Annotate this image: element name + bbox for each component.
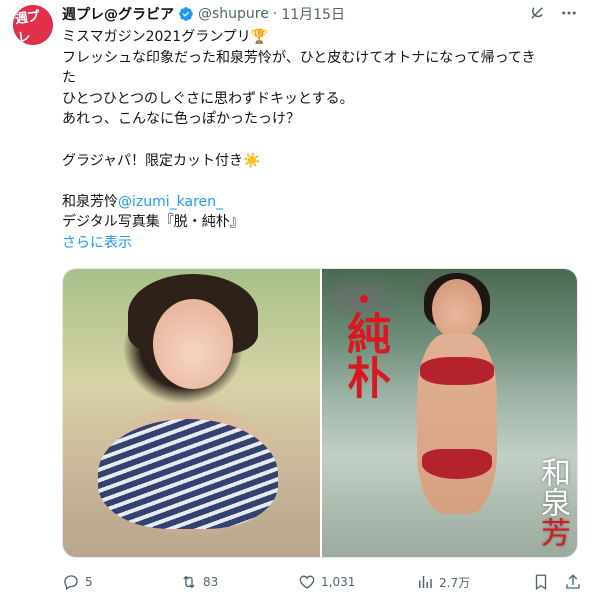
header-actions [528,4,578,22]
handle[interactable]: @shupure [198,6,269,22]
avatar[interactable]: 週プレ [13,5,53,45]
like-count: 1,031 [321,575,356,589]
more-icon[interactable] [560,4,578,22]
verified-badge-icon [179,7,193,21]
cover-name-bottom: 芳 [535,517,570,547]
tweet-line: グラジャパ！限定カット付き☀️ [62,152,261,169]
photo-face [153,299,233,389]
bookmark-icon[interactable] [532,573,550,591]
retweet-count: 83 [203,575,219,589]
photo-red-top [420,357,494,385]
retweet-button[interactable]: 83 [180,573,298,591]
tweet-line [62,171,582,192]
cover-name: 和泉芳 [535,457,570,547]
tweet-date[interactable]: 11月15日 [281,4,345,24]
author-line: 和泉芳怜@izumi_karen_ [62,192,582,213]
share-icon[interactable] [564,573,582,591]
cover-name-top: 和泉 [535,457,570,517]
title-dot [360,295,368,303]
reply-button[interactable]: 5 [62,573,180,591]
tweet-line: た [62,70,76,87]
tweet-line: あれっ、こんなに色っぽかったっけ？ [62,111,300,128]
mention-link[interactable]: @izumi_karen_ [118,194,223,210]
reply-icon [64,575,78,590]
views-count: 2.7万 [439,575,471,590]
tweet-text: ミスマガジン2021グランプリ🏆 フレッシュな印象だった和泉芳怜が、ひと皮むけて… [62,27,582,254]
media-grid: 純朴 和泉芳 [62,268,578,558]
tweet-line: フレッシュな印象だった和泉芳怜が、ひと皮むけてオトナになって帰ってき [62,49,536,66]
grok-icon[interactable] [528,4,546,22]
cover-title: 純朴 [339,311,390,399]
avatar-logo: 週プレ [13,5,53,45]
views-icon [419,576,432,588]
tweet-line: ミスマガジン2021グランプリ🏆 [62,29,269,45]
author-prefix: 和泉芳怜 [62,193,118,210]
separator-dot: · [272,6,278,22]
tweet-actions: 5 83 1,031 2.7万 [62,568,582,596]
photo-left[interactable] [63,269,320,557]
photo-red-bottom [422,449,492,479]
photo-right[interactable]: 純朴 和泉芳 [322,269,577,557]
show-more-link[interactable]: さらに表示 [62,235,132,251]
photo-face [432,279,482,339]
views-button[interactable]: 2.7万 [416,573,522,591]
tweet-line [62,130,582,151]
reply-count: 5 [85,575,93,589]
like-icon [299,575,315,589]
tweet-line: ひとつひとつのしぐさに思わずドキッとする。 [62,90,354,107]
photo-model [402,273,512,557]
like-button[interactable]: 1,031 [298,573,416,591]
tweet-header: 週プレ@グラビア @shupure · 11月15日 [62,4,345,24]
book-line: デジタル写真集『脱・純朴』 [62,214,244,231]
display-name[interactable]: 週プレ@グラビア [62,4,174,24]
retweet-icon [183,575,195,589]
secondary-actions [532,573,582,591]
photo-striped-bikini [98,419,278,529]
